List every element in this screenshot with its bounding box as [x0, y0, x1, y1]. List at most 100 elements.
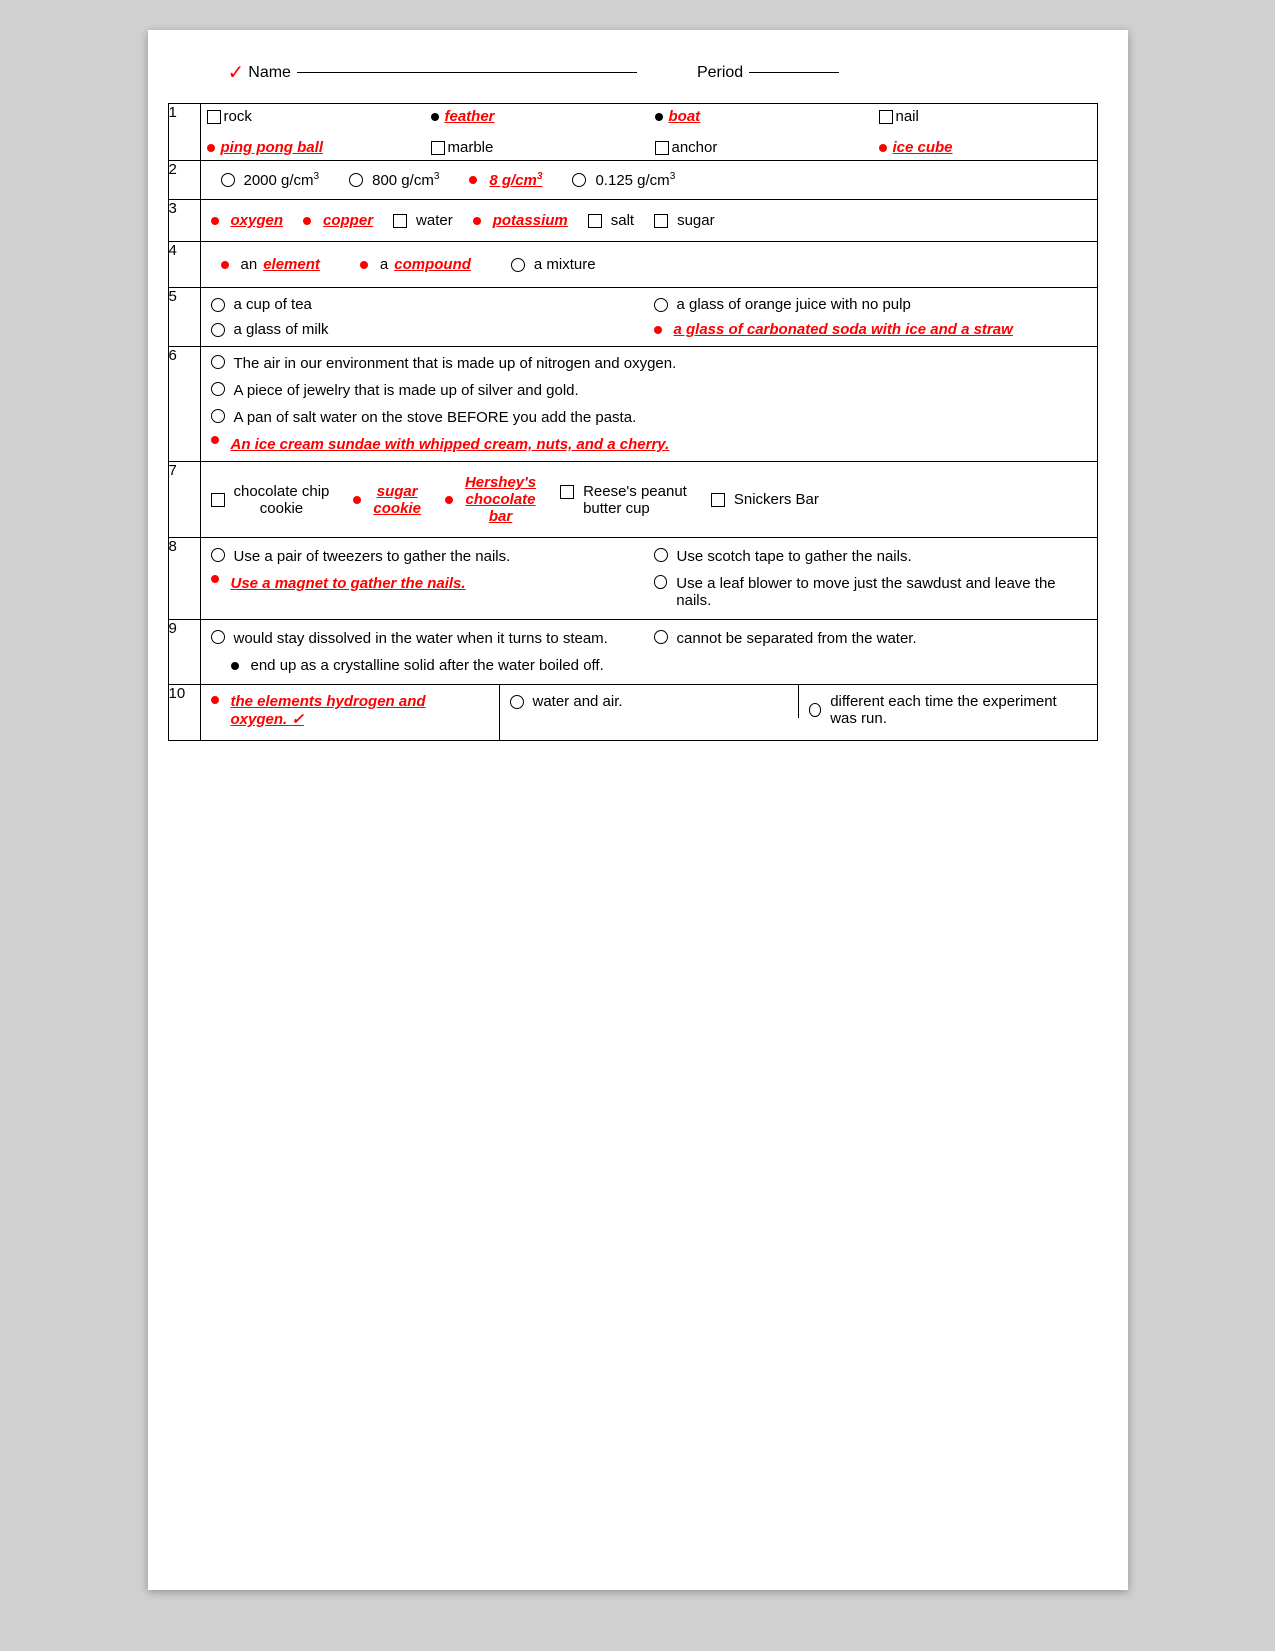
radio-tea[interactable]: [211, 298, 225, 312]
checkbox-chocchip[interactable]: [211, 493, 225, 507]
radio-leafblower[interactable]: [654, 575, 668, 589]
radio-dissolved[interactable]: [211, 630, 225, 644]
checkbox-snickers[interactable]: [711, 493, 725, 507]
oj-label: a glass of orange juice with no pulp: [677, 296, 911, 313]
pan-label: A pan of salt water on the stove BEFORE …: [234, 409, 637, 426]
table-row: 6 The air in our environment that is mad…: [168, 347, 1097, 462]
row7-item-sugarcookie: sugarcookie: [353, 483, 421, 517]
radio-800[interactable]: [349, 173, 363, 187]
row5-item-soda: a glass of carbonated soda with ice and …: [654, 321, 1087, 338]
row10-item-different: different each time the experiment was r…: [809, 693, 1087, 727]
row7-item-hersheys: Hershey'schocolatebar: [445, 474, 536, 525]
row-7-content: chocolate chipcookie sugarcookie Hershey…: [200, 462, 1097, 538]
bullet-crystalline: [231, 662, 239, 670]
row5-item-oj: a glass of orange juice with no pulp: [654, 296, 1087, 313]
radio-scotch[interactable]: [654, 548, 668, 562]
radio-different[interactable]: [809, 703, 822, 717]
radio-jewelry[interactable]: [211, 382, 225, 396]
header: ✓ Name Period: [168, 60, 1098, 85]
row-4-content: an element a compound a mixture: [200, 242, 1097, 288]
icecream-label: An ice cream sundae with whipped cream, …: [231, 436, 670, 453]
checkbox-marble[interactable]: [431, 141, 445, 155]
row-8-content: Use a pair of tweezers to gather the nai…: [200, 538, 1097, 620]
checkbox-salt[interactable]: [588, 214, 602, 228]
row-9-grid: would stay dissolved in the water when i…: [201, 620, 1097, 684]
row-2-grid: 2000 g/cm3 800 g/cm3 8 g/cm3 0.125 g/cm3: [201, 161, 1097, 199]
row9-item-dissolved: would stay dissolved in the water when i…: [211, 630, 644, 647]
worksheet-page: ✓ Name Period 1 rock feather: [148, 30, 1128, 1590]
marble-label: marble: [448, 139, 494, 156]
row-5-grid: a cup of tea a glass of orange juice wit…: [201, 288, 1097, 346]
radio-air[interactable]: [211, 355, 225, 369]
red-bullet-icecube: [879, 144, 887, 152]
row10-item-water: water and air.: [510, 693, 788, 710]
row-1-content: rock feather boat nail: [200, 104, 1097, 161]
element-label: element: [263, 256, 320, 273]
row10-col-hydrogen: the elements hydrogen andoxygen. ✓: [201, 685, 500, 740]
dissolved-label: would stay dissolved in the water when i…: [234, 630, 608, 647]
label-0125: 0.125 g/cm3: [595, 171, 675, 189]
row-3-grid: oxygen copper water potassium: [201, 200, 1097, 241]
red-bullet-sugarcookie: [353, 496, 361, 504]
label-800: 800 g/cm3: [372, 171, 439, 189]
checkbox-water[interactable]: [393, 214, 407, 228]
row9-row-1: would stay dissolved in the water when i…: [211, 630, 1087, 647]
snickers-label: Snickers Bar: [734, 491, 819, 508]
radio-tweezers[interactable]: [211, 548, 225, 562]
red-bullet-8: [469, 176, 477, 184]
table-row: 8 Use a pair of tweezers to gather the n…: [168, 538, 1097, 620]
sugarcookie-label: sugarcookie: [373, 483, 421, 517]
checkbox-reeses[interactable]: [560, 485, 574, 499]
radio-pan[interactable]: [211, 409, 225, 423]
period-label: Period: [697, 64, 743, 82]
compound-label: compound: [394, 256, 471, 273]
radio-milk[interactable]: [211, 323, 225, 337]
row2-item-2000: 2000 g/cm3: [221, 171, 320, 189]
row9-item-crystalline: end up as a crystalline solid after the …: [211, 657, 604, 674]
checkbox-anchor[interactable]: [655, 141, 669, 155]
radio-0125[interactable]: [572, 173, 586, 187]
red-bullet-soda: [654, 326, 662, 334]
radio-mixture[interactable]: [511, 258, 525, 272]
scotch-label: Use scotch tape to gather the nails.: [677, 548, 912, 565]
radio-2000[interactable]: [221, 173, 235, 187]
magnet-label: Use a magnet to gather the nails.: [231, 575, 466, 592]
row-8-grid: Use a pair of tweezers to gather the nai…: [201, 538, 1097, 619]
soda-label: a glass of carbonated soda with ice and …: [674, 321, 1013, 338]
leafblower-label: Use a leaf blower to move just the sawdu…: [676, 575, 1086, 609]
row4-item-element: an element: [221, 256, 320, 273]
table-row: 4 an element a compound a mixture: [168, 242, 1097, 288]
row-4-grid: an element a compound a mixture: [201, 242, 1097, 287]
sugar-label: sugar: [677, 212, 715, 229]
row1-item-marble: marble: [425, 135, 649, 160]
row-10-grid: the elements hydrogen andoxygen. ✓ water…: [201, 685, 1097, 740]
table-row: 3 oxygen copper water: [168, 200, 1097, 242]
row4-item-compound: a compound: [360, 256, 471, 273]
mixture-label: a mixture: [534, 256, 596, 273]
radio-oj[interactable]: [654, 298, 668, 312]
different-label: different each time the experiment was r…: [830, 693, 1086, 727]
row-number-4: 4: [168, 242, 200, 288]
bullet-feather: [431, 113, 439, 121]
row3-item-sugar: sugar: [654, 212, 715, 229]
radio-separated[interactable]: [654, 630, 668, 644]
row-number-8: 8: [168, 538, 200, 620]
row8-item-scotch: Use scotch tape to gather the nails.: [654, 548, 1087, 565]
row3-item-oxygen: oxygen: [211, 212, 284, 229]
checkbox-nail[interactable]: [879, 110, 893, 124]
table-row: 9 would stay dissolved in the water when…: [168, 620, 1097, 685]
period-line: [749, 72, 839, 73]
row-number-9: 9: [168, 620, 200, 685]
radio-water-air[interactable]: [510, 695, 524, 709]
crystalline-label: end up as a crystalline solid after the …: [251, 657, 604, 674]
row-2-content: 2000 g/cm3 800 g/cm3 8 g/cm3 0.125 g/cm3: [200, 161, 1097, 200]
reeses-label: Reese's peanutbutter cup: [583, 483, 687, 517]
checkbox-sugar[interactable]: [654, 214, 668, 228]
row1-item-anchor: anchor: [649, 135, 873, 160]
row9-item-separated: cannot be separated from the water.: [654, 630, 1087, 647]
checkbox-rock[interactable]: [207, 110, 221, 124]
row8-item-tweezers: Use a pair of tweezers to gather the nai…: [211, 548, 644, 565]
row1-item-feather: feather: [425, 104, 649, 129]
row-number-6: 6: [168, 347, 200, 462]
row-1-grid: rock feather boat nail: [201, 104, 1097, 160]
